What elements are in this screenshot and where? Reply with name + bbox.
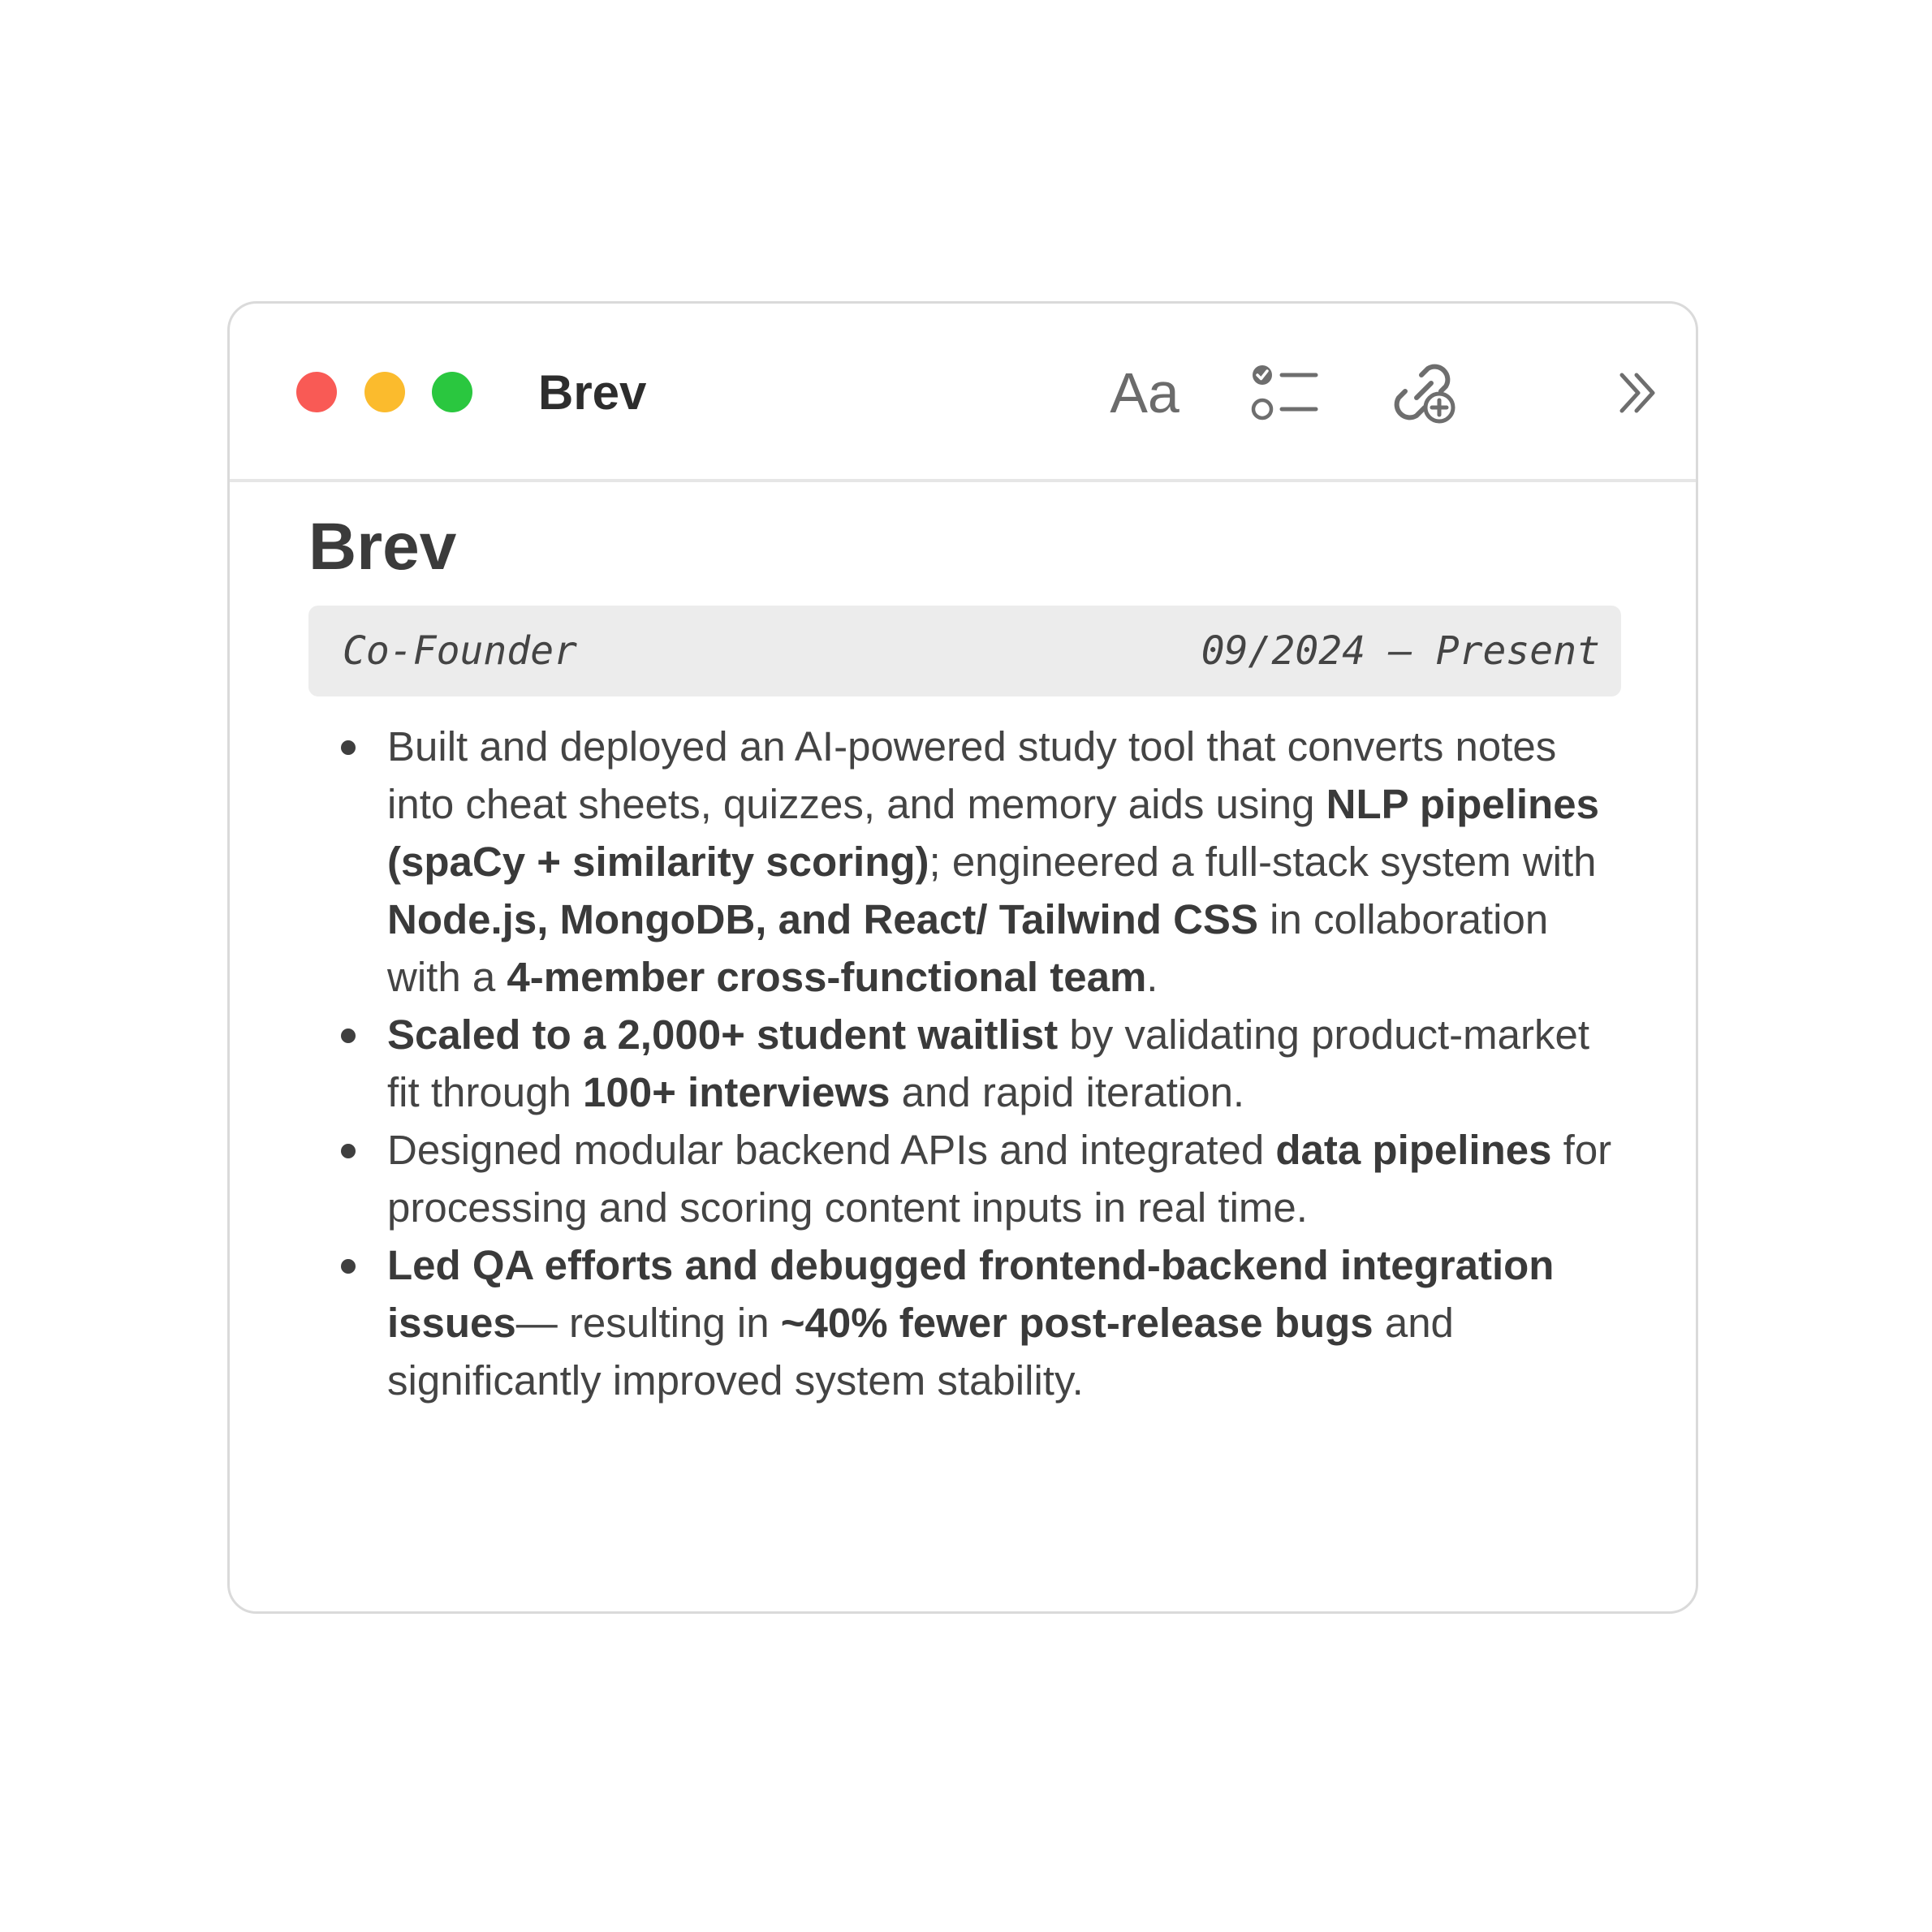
checklist-icon[interactable] (1244, 352, 1326, 433)
bold-text: Scaled to a 2,000+ student waitlist (387, 1011, 1059, 1058)
close-button[interactable] (296, 372, 337, 412)
bullet-dot (341, 1029, 356, 1043)
bullet-list: Built and deployed an AI-powered study t… (308, 718, 1615, 1409)
bold-text: 4-member cross-functional team (507, 954, 1147, 1000)
role-bar: Co-Founder 09/2024 — Present (308, 606, 1621, 696)
zoom-button[interactable] (432, 372, 472, 412)
body-text: . (1146, 954, 1158, 1000)
body-text: and rapid iteration. (890, 1069, 1245, 1115)
bullet-item: Led QA efforts and debugged frontend-bac… (308, 1236, 1615, 1409)
bullet-item: Scaled to a 2,000+ student waitlist by v… (308, 1006, 1615, 1121)
bold-text: ~40% fewer post-release bugs (780, 1300, 1374, 1346)
bullet-dot (341, 1259, 356, 1274)
role-title: Co-Founder (343, 628, 577, 674)
role-dates: 09/2024 — Present (1201, 628, 1600, 674)
bold-text: Node.js, MongoDB, and React/ Tailwind CS… (387, 896, 1258, 942)
link-add-icon[interactable] (1382, 352, 1464, 433)
minimize-button[interactable] (364, 372, 405, 412)
bullet-item: Built and deployed an AI-powered study t… (308, 718, 1615, 1006)
document-heading: Brev (308, 510, 457, 584)
chevron-double-right-icon[interactable] (1602, 352, 1675, 433)
document-body[interactable]: Brev Co-Founder 09/2024 — Present Built … (230, 482, 1696, 1611)
body-text: — resulting in (515, 1300, 781, 1346)
bold-text: data pipelines (1275, 1127, 1552, 1173)
body-text: Designed modular backend APIs and integr… (387, 1127, 1276, 1173)
format-text-icon[interactable]: Aa (1100, 352, 1189, 433)
title-bar: Brev Aa (230, 304, 1696, 482)
window-title: Brev (538, 365, 647, 420)
bullet-dot (341, 740, 356, 755)
bullet-dot (341, 1144, 356, 1158)
bullet-item: Designed modular backend APIs and integr… (308, 1121, 1615, 1236)
body-text: ; engineered a full-stack system with (929, 839, 1597, 885)
bold-text: 100+ interviews (582, 1069, 891, 1115)
app-window: Brev Aa Brev Co-Founder 09/2024 — Presen… (227, 301, 1698, 1614)
